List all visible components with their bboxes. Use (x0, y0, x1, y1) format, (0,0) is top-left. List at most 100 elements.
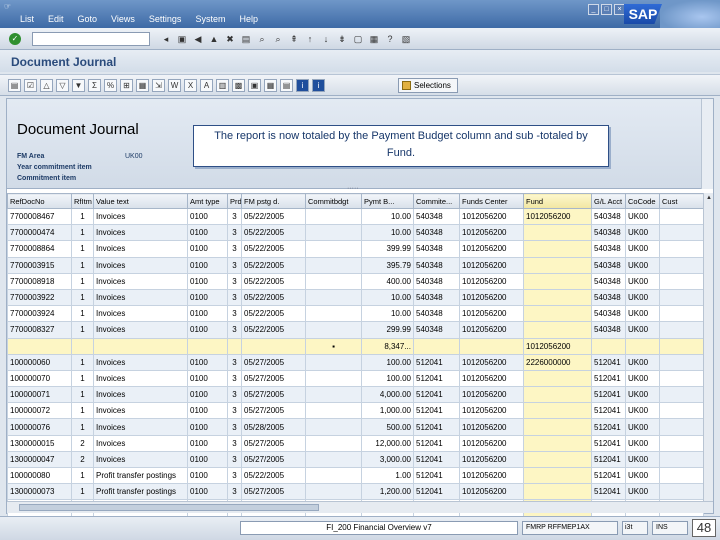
cell-commitment[interactable]: 512041 (413, 466, 460, 485)
cell-funds-center[interactable]: 1012056200 (459, 434, 524, 452)
col-header-commitment[interactable]: Commite... (413, 193, 460, 209)
table-row[interactable]: 100000076 1 Invoices 0100 3 05/28/2005 500.00 5… (7, 418, 704, 436)
cell-rfitm[interactable]: 1 (71, 256, 94, 274)
col-header-prd[interactable]: Prd (227, 193, 242, 209)
cell-rfitm[interactable]: 1 (71, 402, 94, 420)
info-alt-icon[interactable]: i (312, 79, 325, 92)
cell-refdocno[interactable]: 7700000474 (7, 224, 72, 242)
cell-cust[interactable] (659, 402, 704, 420)
graphic-icon[interactable]: ▥ (216, 79, 229, 92)
cell-value-text[interactable]: Invoices (93, 321, 188, 339)
cell-value-text[interactable]: Invoices (93, 207, 188, 226)
cell-commitbdgt[interactable] (305, 402, 362, 420)
cell-amt-type[interactable]: 0100 (187, 402, 228, 420)
cell-amt-type[interactable]: 0100 (187, 272, 228, 290)
cell-fund[interactable] (523, 386, 592, 404)
cell-fm-pstg-date[interactable]: 05/27/2005 (241, 402, 306, 420)
cell-funds-center[interactable]: 1012056200 (459, 207, 524, 226)
cell-value-text[interactable]: Invoices (93, 353, 188, 371)
table-row[interactable]: 100000080 1 Profit transfer postings 0100 3 0… (7, 466, 704, 485)
cell-gl-acct[interactable]: 512041 (591, 466, 626, 485)
cell-gl-acct[interactable]: 512041 (591, 386, 626, 404)
status-system[interactable]: FMRP RFFMEP1AX (522, 521, 618, 535)
cell-commitbdgt[interactable] (305, 434, 362, 452)
cell-value-text[interactable]: Invoices (93, 272, 188, 290)
cell-cust[interactable] (659, 207, 704, 226)
cell-value-text[interactable]: Invoices (93, 256, 188, 274)
cell-fund[interactable] (523, 240, 592, 258)
sum-icon[interactable]: Σ (88, 79, 101, 92)
cell-commitbdgt[interactable] (305, 353, 362, 371)
cell-fund[interactable]: 2226000000 (523, 353, 592, 371)
cell-funds-center[interactable]: 1012056200 (459, 256, 524, 274)
menu-list[interactable]: List (20, 14, 34, 24)
cell-fm-pstg-date[interactable] (241, 337, 306, 355)
cell-value-text[interactable]: Invoices (93, 434, 188, 452)
cell-amt-type[interactable]: 0100 (187, 353, 228, 371)
cell-prd[interactable]: 3 (227, 321, 242, 339)
cell-funds-center[interactable]: 1012056200 (459, 288, 524, 307)
cell-commitment[interactable]: 540348 (413, 321, 460, 339)
cell-fund[interactable] (523, 418, 592, 436)
menu-views[interactable]: Views (111, 14, 135, 24)
grid-alt-icon[interactable]: ▤ (280, 79, 293, 92)
cell-value-text[interactable]: Invoices (93, 288, 188, 307)
cell-rfitm[interactable]: 1 (71, 321, 94, 339)
cell-amt-type[interactable]: 0100 (187, 450, 228, 469)
cell-cocode[interactable]: UK00 (625, 483, 660, 501)
cell-value-text[interactable]: Invoices (93, 386, 188, 404)
cell-refdocno[interactable]: 100000072 (7, 402, 72, 420)
cell-fm-pstg-date[interactable]: 05/22/2005 (241, 288, 306, 307)
cell-prd[interactable]: 3 (227, 466, 242, 485)
sort-ascending-icon[interactable]: △ (40, 79, 53, 92)
cell-rfitm[interactable]: 1 (71, 386, 94, 404)
excel-icon[interactable]: X (184, 79, 197, 92)
cell-pymt-budget[interactable]: 500.00 (361, 418, 414, 436)
col-header-cocode[interactable]: CoCode (625, 193, 660, 209)
new-session-icon[interactable]: ▢ (352, 33, 364, 45)
cell-gl-acct[interactable]: 540348 (591, 272, 626, 290)
cell-value-text[interactable]: Invoices (93, 418, 188, 436)
cell-funds-center[interactable]: 1012056200 (459, 402, 524, 420)
cell-value-text[interactable]: Invoices (93, 369, 188, 388)
cell-cust[interactable] (659, 305, 704, 323)
cell-rfitm[interactable]: 1 (71, 224, 94, 242)
cell-pymt-budget[interactable]: 1.00 (361, 466, 414, 485)
cell-fm-pstg-date[interactable]: 05/22/2005 (241, 256, 306, 274)
selections-button[interactable]: Selections (398, 78, 458, 93)
cell-prd[interactable] (227, 337, 242, 355)
cell-funds-center[interactable]: 1012056200 (459, 353, 524, 371)
cell-cust[interactable] (659, 337, 704, 355)
col-header-gl-acct[interactable]: G/L Acct (591, 193, 626, 209)
menu-edit[interactable]: Edit (48, 14, 64, 24)
cell-commitment[interactable]: 540348 (413, 224, 460, 242)
cell-commitment[interactable]: 512041 (413, 353, 460, 371)
col-header-fm-pstg-date[interactable]: FM pstg d. (241, 193, 306, 209)
cell-commitment[interactable]: 540348 (413, 272, 460, 290)
cell-commitbdgt[interactable] (305, 207, 362, 226)
layout-icon[interactable]: ▧ (400, 33, 412, 45)
cell-gl-acct[interactable]: 540348 (591, 207, 626, 226)
cell-value-text[interactable]: Invoices (93, 240, 188, 258)
cell-funds-center[interactable]: 1012056200 (459, 224, 524, 242)
cell-amt-type[interactable]: 0100 (187, 256, 228, 274)
shortcut-icon[interactable]: ▦ (368, 33, 380, 45)
cell-commitbdgt[interactable] (305, 321, 362, 339)
cell-refdocno[interactable]: 7700008864 (7, 240, 72, 258)
cell-prd[interactable]: 3 (227, 207, 242, 226)
cell-refdocno[interactable]: 1300000047 (7, 450, 72, 469)
cell-rfitm[interactable]: 1 (71, 288, 94, 307)
table-row[interactable]: 100000070 1 Invoices 0100 3 05/27/2005 100.00 5… (7, 369, 704, 388)
cell-prd[interactable]: 3 (227, 353, 242, 371)
cell-fm-pstg-date[interactable]: 05/22/2005 (241, 240, 306, 258)
cell-cust[interactable] (659, 434, 704, 452)
cell-amt-type[interactable]: 0100 (187, 369, 228, 388)
cell-cocode[interactable]: UK00 (625, 434, 660, 452)
cell-fm-pstg-date[interactable]: 05/22/2005 (241, 321, 306, 339)
cell-commitbdgt[interactable] (305, 256, 362, 274)
cell-rfitm[interactable]: 1 (71, 240, 94, 258)
cell-rfitm[interactable]: 1 (71, 353, 94, 371)
cell-refdocno[interactable]: 100000076 (7, 418, 72, 436)
cell-fund[interactable] (523, 483, 592, 501)
cell-fund[interactable]: 1012056200 (523, 207, 592, 226)
